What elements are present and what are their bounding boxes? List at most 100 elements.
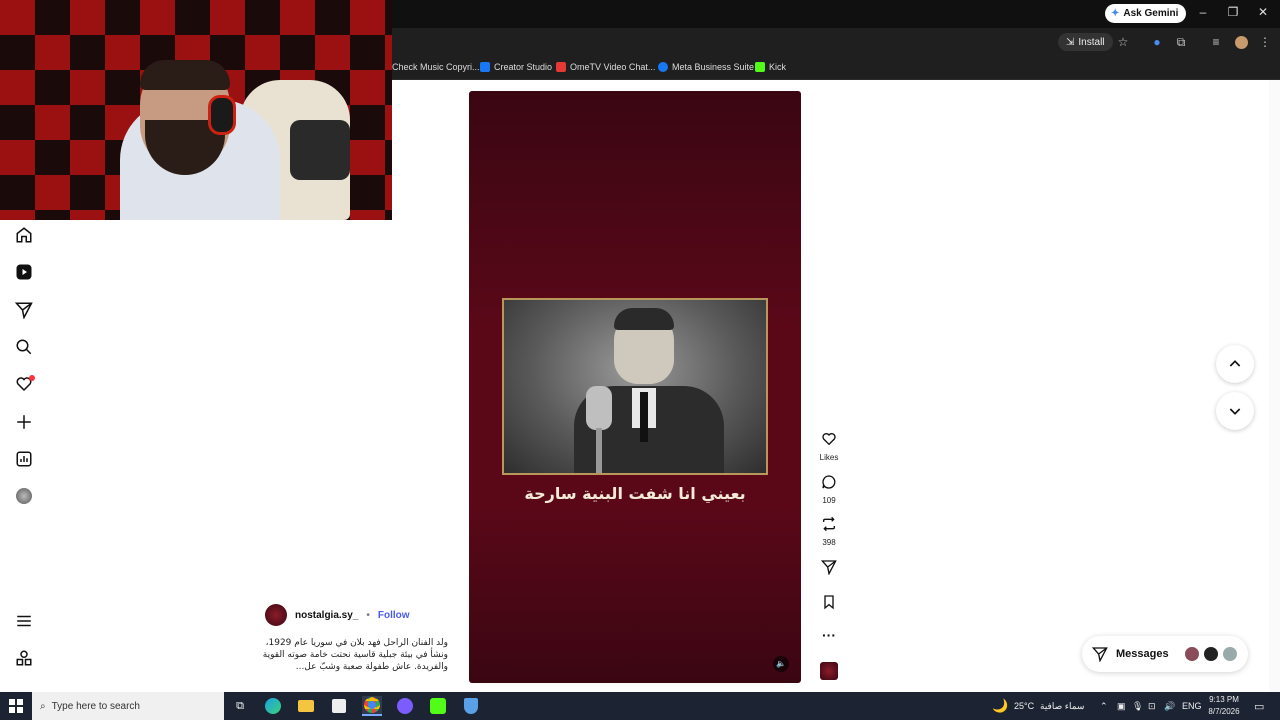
contact-avatar <box>1184 646 1200 662</box>
create-plus-icon[interactable] <box>13 411 35 433</box>
install-app-button[interactable]: ⇲ Install <box>1058 33 1113 51</box>
reel-video-frame <box>502 298 768 475</box>
chrome-icon[interactable] <box>362 696 382 716</box>
previous-reel-button[interactable] <box>1216 345 1254 383</box>
insights-chart-icon[interactable] <box>13 448 35 470</box>
obs-icon[interactable] <box>395 696 415 716</box>
microphone-icon[interactable]: 🎙 <box>1132 692 1143 720</box>
bookmark-icon <box>824 595 834 610</box>
messages-label: Messages <box>1116 648 1169 660</box>
notifications-heart-icon[interactable] <box>13 373 35 395</box>
weather-moon-icon: 🌙 <box>992 698 1009 713</box>
singer-hair <box>614 308 674 330</box>
browser-menu-icon[interactable]: ⋮ <box>1256 33 1274 51</box>
file-explorer-icon[interactable] <box>296 696 316 716</box>
author-avatar[interactable] <box>265 604 287 626</box>
more-menu-icon[interactable] <box>13 610 35 632</box>
contact-avatar <box>1203 646 1219 662</box>
send-message-icon <box>1092 647 1108 662</box>
profile-avatar[interactable] <box>13 485 35 507</box>
notification-dot <box>29 375 35 381</box>
follow-button[interactable]: Follow <box>378 610 410 621</box>
search-icon[interactable] <box>13 336 35 358</box>
bookmark-creator-studio[interactable]: Creator Studio <box>480 60 552 74</box>
shield-app-icon[interactable] <box>461 696 481 716</box>
repost-button[interactable]: 398 <box>816 516 842 547</box>
reel-author: nostalgia.sy_ • Follow <box>265 604 410 626</box>
author-username[interactable]: nostalgia.sy_ <box>295 610 358 621</box>
repost-icon <box>823 516 835 532</box>
webcam-overlay <box>0 0 392 220</box>
bookmark-star-icon[interactable]: ☆ <box>1114 33 1132 51</box>
reel-caption-overlay: بعيني انا شفت البنية سارحة <box>524 484 746 503</box>
clock-time: 9:13 PM <box>1209 695 1239 704</box>
bookmark-ometv[interactable]: OmeTV Video Chat... <box>556 60 655 74</box>
creator-studio-icon <box>480 62 490 72</box>
clock-date: 8/7/2026 <box>1208 707 1240 716</box>
extensions-icon[interactable]: ⧉ <box>1172 33 1190 51</box>
search-icon: ⌕ <box>40 700 46 712</box>
store-icon[interactable] <box>329 696 349 716</box>
notification-center-icon[interactable]: ▭ <box>1254 692 1264 720</box>
chevron-down-icon <box>1229 408 1241 415</box>
windows-start-icon[interactable] <box>6 696 26 716</box>
streaming-app-icon[interactable] <box>428 696 448 716</box>
bookmark-meta-business[interactable]: Meta Business Suite <box>658 60 754 74</box>
task-view-icon[interactable]: ⧉ <box>230 696 250 716</box>
kick-icon <box>755 62 765 72</box>
microphone-pole <box>596 428 602 473</box>
minimize-icon[interactable]: – <box>1193 5 1213 19</box>
messages-button[interactable]: Messages <box>1082 636 1248 672</box>
next-reel-button[interactable] <box>1216 392 1254 430</box>
password-manager-icon[interactable]: ● <box>1148 33 1166 51</box>
comment-button[interactable]: 109 <box>816 474 842 505</box>
volume-icon[interactable]: 🔊 <box>1164 692 1175 720</box>
send-icon <box>820 560 837 576</box>
taskbar-search-input[interactable]: ⌕ Type here to search <box>32 692 224 720</box>
bookmark-check-music[interactable]: Check Music Copyri... <box>392 60 480 74</box>
close-icon[interactable]: ✕ <box>1253 5 1273 19</box>
comments-count: 109 <box>822 496 836 505</box>
ometv-icon <box>556 62 566 72</box>
microphone <box>290 120 350 180</box>
reposts-count: 398 <box>822 538 836 547</box>
send-message-icon[interactable] <box>13 299 35 321</box>
language-indicator[interactable]: ENG <box>1182 692 1202 720</box>
singer-tie <box>640 392 648 442</box>
likes-label: Likes <box>819 453 839 462</box>
contact-avatar <box>1222 646 1238 662</box>
bookmark-kick[interactable]: Kick <box>755 60 786 74</box>
also-from-meta-icon[interactable] <box>13 647 35 669</box>
audio-thumbnail[interactable] <box>820 662 838 680</box>
share-button[interactable] <box>816 559 842 580</box>
network-icon[interactable]: ⊡ <box>1148 692 1156 720</box>
windows-taskbar: ⌕ Type here to search ⧉ 🌙 25°C سماء صافي… <box>0 692 1280 720</box>
reel-description[interactable]: ولد الفنان الراحل فهد بلان في سوريا عام … <box>262 637 448 673</box>
page-scrollbar[interactable] <box>1269 80 1280 692</box>
install-icon: ⇲ <box>1066 36 1075 48</box>
like-button[interactable]: Likes <box>816 431 842 462</box>
media-control-icon[interactable]: ≡ <box>1207 33 1225 51</box>
ask-gemini-button[interactable]: ✦ Ask Gemini <box>1105 4 1187 23</box>
edge-browser-icon[interactable] <box>263 696 283 716</box>
comment-icon <box>822 475 836 489</box>
clock[interactable]: 9:13 PM 8/7/2026 <box>1206 694 1242 718</box>
tray-app-icon[interactable]: ▣ <box>1117 692 1126 720</box>
more-options-icon[interactable]: ··· <box>816 628 842 642</box>
save-button[interactable] <box>816 594 842 615</box>
gemini-sparkle-icon: ✦ <box>1111 8 1120 19</box>
meta-icon <box>658 62 668 72</box>
mute-speaker-icon[interactable]: 🔈 <box>773 656 789 672</box>
weather-description[interactable]: سماء صافية <box>1040 692 1084 720</box>
home-icon[interactable] <box>13 224 35 246</box>
chevron-up-icon <box>1229 360 1241 367</box>
heart-icon <box>822 433 836 446</box>
tray-overflow-icon[interactable]: ⌃ <box>1100 692 1108 720</box>
weather-temperature[interactable]: 25°C <box>1014 692 1034 720</box>
headset <box>208 95 236 135</box>
profile-avatar[interactable] <box>1232 33 1250 51</box>
restore-icon[interactable]: ❐ <box>1223 5 1243 19</box>
reels-icon[interactable] <box>13 261 35 283</box>
microphone-stand <box>586 386 612 430</box>
person-hair <box>140 60 230 90</box>
